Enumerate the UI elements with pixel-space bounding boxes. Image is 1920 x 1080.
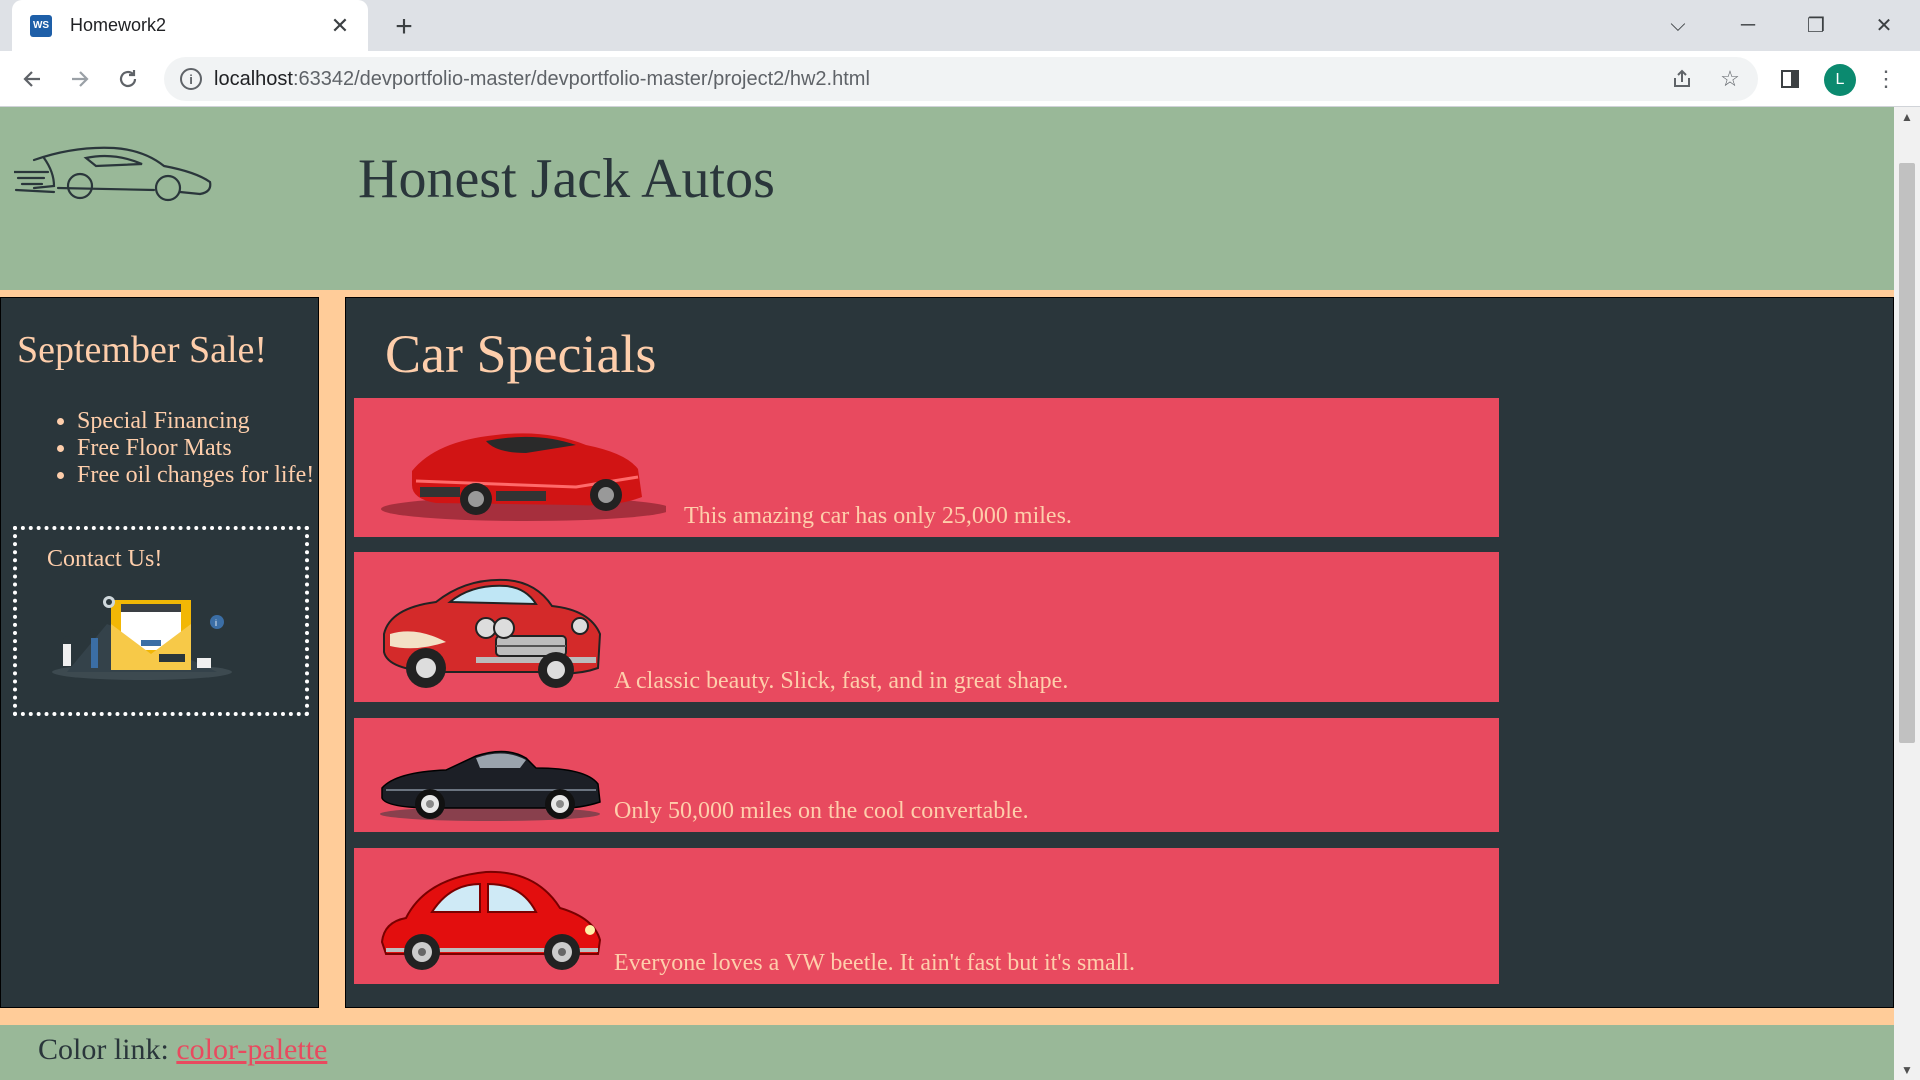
svg-text:i: i xyxy=(215,618,217,628)
browser-toolbar: i localhost:63342/devportfolio-master/de… xyxy=(0,51,1920,107)
red-sports-car-icon xyxy=(381,433,666,521)
car-description: A classic beauty. Slick, fast, and in gr… xyxy=(614,668,1069,694)
site-footer: Color link: color-palette xyxy=(0,1025,1894,1080)
window-close-icon[interactable]: ✕ xyxy=(1864,8,1904,42)
bookmark-star-icon[interactable]: ☆ xyxy=(1716,65,1744,93)
minimize-icon[interactable]: ─ xyxy=(1728,8,1768,42)
list-item: Free Floor Mats xyxy=(77,435,314,462)
footer-text: Color link: color-palette xyxy=(38,1033,327,1067)
url-host: localhost xyxy=(214,68,293,90)
car-card: A classic beauty. Slick, fast, and in gr… xyxy=(354,552,1499,702)
webstorm-favicon-icon: WS xyxy=(30,14,52,37)
reload-icon[interactable] xyxy=(110,61,146,97)
list-item: Free oil changes for life! xyxy=(77,462,314,489)
scroll-up-arrow-icon[interactable]: ▲ xyxy=(1894,107,1920,127)
back-arrow-icon[interactable] xyxy=(14,61,50,97)
car-description: This amazing car has only 25,000 miles. xyxy=(684,503,1072,529)
page-viewport: Honest Jack Autos September Sale! Specia… xyxy=(0,107,1920,1080)
black-convertible-icon xyxy=(380,750,601,821)
tab-strip: WS Homework2 ✕ + ⌵ ─ ❐ ✕ xyxy=(0,0,1920,51)
sale-list: Special Financing Free Floor Mats Free o… xyxy=(77,408,314,489)
car-card: Everyone loves a VW beetle. It ain't fas… xyxy=(354,848,1499,984)
page-scrollbar[interactable]: ▲ ▼ xyxy=(1894,107,1920,1080)
vw-beetle-icon xyxy=(380,870,602,970)
scroll-down-arrow-icon[interactable]: ▼ xyxy=(1894,1060,1920,1080)
browser-tab[interactable]: WS Homework2 ✕ xyxy=(12,0,368,51)
tab-title: Homework2 xyxy=(70,15,167,35)
car-logo-icon xyxy=(14,146,212,202)
footer-label: Color link: xyxy=(38,1033,177,1066)
sidebar: September Sale! Special Financing Free F… xyxy=(0,297,319,1008)
close-icon[interactable]: ✕ xyxy=(326,12,354,40)
color-palette-link[interactable]: color-palette xyxy=(176,1033,327,1066)
address-bar[interactable]: i localhost:63342/devportfolio-master/de… xyxy=(164,57,1758,101)
main-content: Car Specials This amazing car has only 2… xyxy=(345,297,1894,1008)
car-description: Only 50,000 miles on the cool convertabl… xyxy=(614,798,1029,824)
contact-title: Contact Us! xyxy=(47,546,163,572)
car-card: Only 50,000 miles on the cool convertabl… xyxy=(354,718,1499,832)
profile-avatar[interactable]: L xyxy=(1824,64,1856,96)
forward-arrow-icon[interactable] xyxy=(62,61,98,97)
restore-icon[interactable]: ❐ xyxy=(1796,8,1836,42)
classic-corvette-icon xyxy=(383,578,602,688)
tab-search-chevron-icon[interactable]: ⌵ xyxy=(1658,8,1698,42)
car-description: Everyone loves a VW beetle. It ain't fas… xyxy=(614,950,1135,976)
list-item: Special Financing xyxy=(77,408,314,435)
more-menu-icon[interactable]: ⋮ xyxy=(1872,65,1900,93)
car-card: This amazing car has only 25,000 miles. xyxy=(354,398,1499,537)
url-path: :63342/devportfolio-master/devportfolio-… xyxy=(292,68,870,90)
side-panel-icon[interactable] xyxy=(1776,65,1804,93)
contact-box[interactable]: Contact Us! i xyxy=(13,526,309,716)
site-info-icon[interactable]: i xyxy=(180,68,202,90)
site-header: Honest Jack Autos xyxy=(0,107,1894,290)
new-tab-plus-icon[interactable]: + xyxy=(388,10,420,43)
sale-title: September Sale! xyxy=(17,329,268,371)
site-title: Honest Jack Autos xyxy=(358,148,775,210)
contact-envelope-illustration: i xyxy=(52,596,232,680)
url-text[interactable]: localhost:63342/devportfolio-master/devp… xyxy=(214,57,870,101)
share-icon[interactable] xyxy=(1668,65,1696,93)
scroll-thumb[interactable] xyxy=(1899,163,1915,743)
car-specials-title: Car Specials xyxy=(385,324,657,384)
